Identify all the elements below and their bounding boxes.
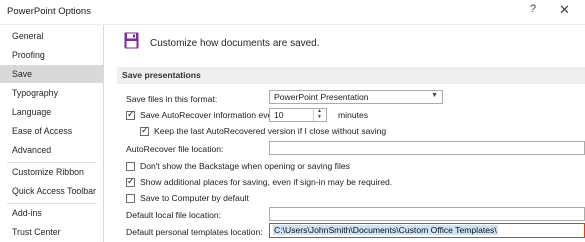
personal-templates-input[interactable]: C:\Users\JohnSmith\Documents\Custom Offi… (269, 223, 585, 238)
default-local-input[interactable] (269, 207, 585, 221)
sidebar-item-proofing[interactable]: Proofing (0, 46, 103, 64)
sidebar-item-typography[interactable]: Typography (0, 84, 103, 102)
sidebar-item-quick-access-toolbar[interactable]: Quick Access Toolbar (0, 182, 103, 200)
sidebar-item-customize-ribbon[interactable]: Customize Ribbon (0, 163, 103, 181)
section-header: Save presentations (117, 67, 585, 84)
personal-templates-label: Default personal templates location: (126, 227, 263, 237)
backstage-label: Don't show the Backstage when opening or… (140, 161, 350, 171)
additional-places-checkbox[interactable] (126, 176, 135, 187)
help-button[interactable]: ? (530, 3, 536, 15)
autorecover-minutes-spinner[interactable]: 10 ▲ ▼ (269, 108, 327, 122)
floppy-disk-icon (124, 32, 139, 49)
sidebar-item-language[interactable]: Language (0, 103, 103, 121)
sidebar-item-trust-center[interactable]: Trust Center (0, 223, 103, 241)
window-title: PowerPoint Options (7, 6, 91, 17)
autorecover-checkbox[interactable] (126, 109, 135, 120)
personal-templates-value: C:\Users\JohnSmith\Documents\Custom Offi… (273, 225, 498, 235)
spinner-buttons[interactable]: ▲ ▼ (313, 108, 326, 121)
sidebar-item-ease-of-access[interactable]: Ease of Access (0, 122, 103, 140)
close-button[interactable]: ✕ (559, 2, 570, 18)
default-local-label: Default local file location: (126, 210, 222, 220)
chevron-down-icon: ▼ (431, 92, 438, 99)
save-to-computer-checkbox[interactable] (126, 194, 135, 203)
sidebar-item-general[interactable]: General (0, 27, 103, 45)
save-options-panel: Customize how documents are saved. Save … (108, 25, 585, 242)
minutes-label: minutes (338, 110, 369, 120)
additional-places-label: Show additional places for saving, even … (140, 177, 393, 187)
save-format-dropdown[interactable]: PowerPoint Presentation ▼ (269, 90, 443, 104)
spin-down-icon[interactable]: ▼ (317, 114, 322, 120)
keep-last-version-checkbox[interactable] (140, 125, 149, 136)
sidebar-item-advanced[interactable]: Advanced (0, 141, 103, 159)
sidebar-item-add-ins[interactable]: Add-ins (0, 204, 103, 222)
options-sidebar: General Proofing Save Typography Languag… (0, 25, 104, 242)
keep-last-version-label: Keep the last AutoRecovered version if I… (154, 126, 387, 136)
section-title: Save presentations (122, 70, 201, 80)
save-format-value: PowerPoint Presentation (274, 92, 369, 102)
page-header: Customize how documents are saved. (150, 38, 320, 49)
autorecover-label: Save AutoRecover information every (140, 110, 280, 120)
backstage-checkbox[interactable] (126, 162, 135, 171)
autorecover-location-input[interactable] (269, 141, 585, 155)
save-to-computer-label: Save to Computer by default (140, 193, 249, 203)
title-bar: PowerPoint Options ? ✕ (0, 0, 585, 25)
autorecover-minutes-value: 10 (274, 110, 284, 120)
autorecover-location-label: AutoRecover file location: (126, 144, 224, 154)
save-format-label: Save files in this format: (126, 94, 218, 104)
sidebar-item-save[interactable]: Save (0, 65, 103, 83)
